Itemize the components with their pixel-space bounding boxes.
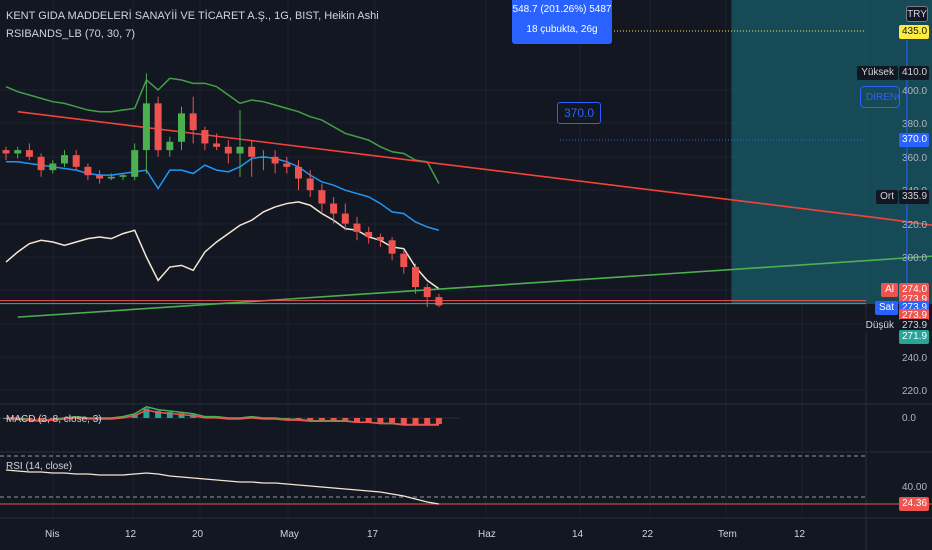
price-tag: 370.0 [899, 133, 929, 148]
macd-label[interactable]: MACD (3, 8, close, 3) [6, 414, 102, 425]
candle-body [72, 155, 80, 167]
price-tag: 271.9 [899, 330, 929, 345]
time-tick: 12 [125, 529, 137, 540]
direnc-label[interactable]: DİRENÇ [860, 86, 900, 108]
price-tick: 320.0 [902, 220, 927, 231]
indicator-label[interactable]: RSIBANDS_LB (70, 30, 7) [6, 28, 135, 40]
symbol-title[interactable]: KENT GIDA MADDELERİ SANAYİİ VE TİCARET A… [6, 10, 379, 22]
candle-body [341, 213, 349, 224]
candle-body [178, 113, 185, 142]
candle-body [119, 175, 127, 177]
macd-tick: 0.0 [902, 413, 916, 424]
candle-body [107, 176, 115, 179]
price-callout[interactable]: 370.0 [557, 102, 601, 124]
time-tick: Tem [718, 529, 737, 540]
macd-bar [330, 418, 337, 421]
candle-body [96, 175, 104, 179]
candle-body [14, 150, 22, 154]
candle-body [259, 156, 267, 158]
time-tick: May [280, 529, 299, 540]
candle-body [388, 240, 396, 254]
candle-body [2, 150, 10, 154]
candle-body [330, 203, 338, 214]
candle-body [435, 297, 443, 306]
upper-band-line [5, 77, 440, 184]
measure-tool-label[interactable]: 548.7 (201.26%) 5487 18 çubukta, 26g [512, 0, 612, 44]
candle-body [37, 156, 45, 171]
candle-body [412, 267, 419, 288]
price-tick: 220.0 [902, 386, 927, 397]
macd-bar [354, 418, 360, 422]
candle-body [49, 163, 57, 171]
macd-bar [318, 418, 325, 421]
rsi-pane [0, 455, 932, 505]
mid-band-line [6, 156, 440, 232]
candle-body [25, 150, 33, 157]
price-tag: 435.0 [899, 24, 929, 39]
macd-bar [377, 418, 384, 423]
price-tick: 380.0 [902, 119, 927, 130]
time-tick: 22 [642, 529, 654, 540]
candle-body [318, 190, 326, 204]
macd-bar [412, 418, 419, 424]
candle-body [142, 103, 150, 151]
macd-bar [400, 418, 407, 424]
time-tick: 12 [794, 529, 806, 540]
price-tick: 240.0 [902, 353, 927, 364]
price-tag: 410.0 [899, 66, 929, 81]
price-tag-label: Al [881, 282, 898, 297]
candle-body [295, 166, 302, 179]
candle-body [283, 163, 291, 167]
candle-body [213, 143, 221, 147]
candle-body [84, 166, 92, 176]
candle-body [201, 130, 209, 144]
price-tick: 400.0 [902, 86, 927, 97]
candle-body [224, 146, 232, 154]
macd-bar [424, 418, 431, 424]
candle-body [131, 150, 139, 177]
time-tick: Haz [478, 529, 496, 540]
rsi-tick: 40.00 [902, 482, 927, 493]
rsi-value-tag: 24.36 [899, 497, 929, 511]
candle-body [365, 231, 373, 237]
macd-bar [435, 418, 442, 424]
price-tag: 335.9 [899, 190, 929, 205]
price-chart[interactable]: 400.0380.0360.0340.0320.0300.0280.0260.0… [0, 0, 932, 550]
rsi-line [5, 469, 440, 505]
time-tick: 17 [367, 529, 379, 540]
candle-body [61, 155, 68, 164]
measure-line-1: 548.7 (201.26%) 5487 [512, 4, 612, 15]
price-tag-label: Ort [876, 190, 898, 205]
candle-body [236, 146, 244, 154]
candle-body [423, 287, 431, 298]
candle-body [248, 146, 256, 157]
price-tag-label: Yüksek [857, 66, 898, 81]
price-tick: 360.0 [902, 153, 927, 164]
macd-bar [389, 418, 396, 423]
candle-body [154, 103, 162, 151]
candle-body [353, 223, 361, 232]
macd-bar [342, 418, 349, 421]
time-tick: 20 [192, 529, 204, 540]
measure-line-2: 18 çubukta, 26g [526, 24, 598, 35]
price-tag-label: Düşük [861, 318, 898, 333]
candle-body [306, 178, 314, 191]
time-tick: 14 [572, 529, 584, 540]
candle-body [189, 113, 197, 131]
candle-body [376, 236, 384, 241]
macd-bar [365, 418, 372, 422]
rsi-label[interactable]: RSI (14, close) [6, 461, 72, 472]
price-tick: 300.0 [902, 253, 927, 264]
currency-button[interactable]: TRY [906, 6, 928, 22]
lower-band-line [5, 201, 440, 290]
price-tag-label: Sat [874, 300, 898, 315]
candle-body [400, 253, 408, 268]
candle-body [271, 156, 279, 164]
time-tick: Nis [45, 529, 60, 540]
candle-body [166, 141, 174, 151]
